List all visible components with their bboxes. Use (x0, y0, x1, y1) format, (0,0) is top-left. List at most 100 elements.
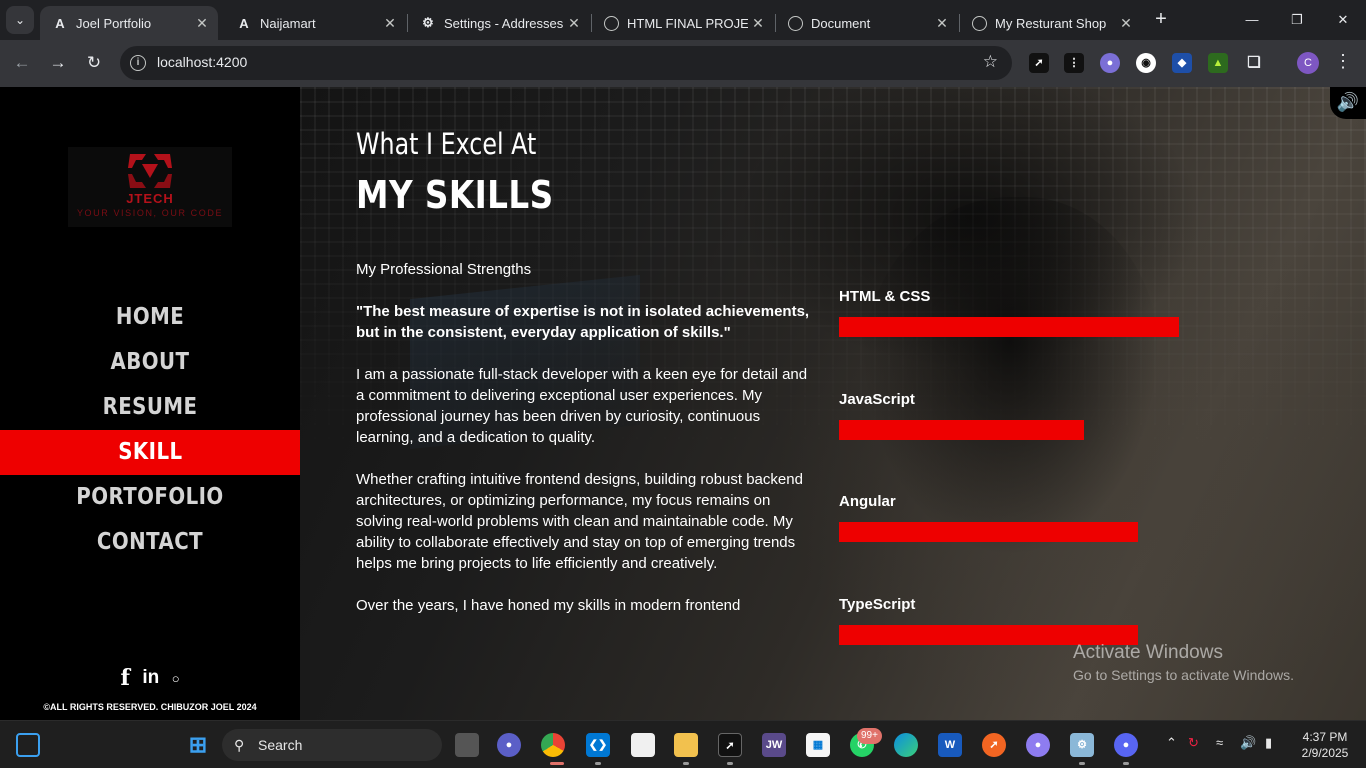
extension-icon[interactable]: ➚ (1029, 53, 1049, 73)
jw-app-icon[interactable]: JW (762, 733, 786, 757)
skill-javascript: JavaScript (839, 390, 1179, 493)
bookmark-star-icon[interactable]: ☆ (983, 52, 998, 72)
skill-html-css: HTML & CSS (839, 287, 1179, 390)
site-logo[interactable]: JTECH YOUR VISION, OUR CODE (68, 147, 232, 227)
gear-icon: ⚙ (422, 15, 434, 30)
wifi-icon[interactable]: ≈ (1216, 735, 1223, 750)
tab-my-resturant-shop[interactable]: My Resturant Shop ✕ (960, 6, 1142, 40)
file-explorer-icon[interactable] (674, 733, 698, 757)
system-clock[interactable]: 4:37 PM 2/9/2025 (1292, 729, 1358, 761)
word-icon[interactable]: W (938, 733, 962, 757)
control-panel-icon[interactable]: ⚙ (1070, 733, 1094, 757)
globe-icon (972, 15, 987, 31)
tab-joel-portfolio[interactable]: A Joel Portfolio ✕ (40, 6, 218, 40)
main-nav: HOME ABOUT RESUME SKILL PORTOFOLIO CONTA… (0, 295, 300, 565)
close-icon[interactable]: ✕ (1116, 15, 1136, 32)
tab-settings-addresses[interactable]: ⚙ Settings - Addresses a ✕ (408, 6, 590, 40)
widgets-icon[interactable] (16, 733, 40, 757)
ghost-app-icon[interactable]: ● (1026, 733, 1050, 757)
logo-tagline: YOUR VISION, OUR CODE (76, 208, 224, 218)
microsoft-store-icon[interactable]: ▦ (806, 733, 830, 757)
open-app-indicator (683, 762, 689, 765)
social-links: f in ○ (0, 665, 300, 691)
site-info-icon[interactable]: i (130, 55, 146, 71)
watermark-subtitle: Go to Settings to activate Windows. (1073, 667, 1294, 683)
reload-icon[interactable]: ↻ (82, 51, 106, 75)
facebook-icon[interactable]: f (120, 665, 129, 691)
window-close-icon[interactable]: ✕ (1329, 8, 1357, 32)
tab-html-final-project[interactable]: HTML FINAL PROJECT ✕ (592, 6, 774, 40)
extension-icon[interactable]: ◆ (1172, 53, 1192, 73)
logo-name: JTECH (126, 191, 174, 206)
clock-time: 4:37 PM (1302, 730, 1348, 744)
minimize-icon[interactable]: — (1238, 8, 1266, 32)
extension-icon[interactable]: ● (1100, 53, 1120, 73)
back-arrow-icon[interactable]: ← (10, 51, 34, 75)
show-hidden-icons[interactable]: ⌃ (1166, 735, 1177, 751)
tab-search-button[interactable]: ⌄ (6, 6, 34, 34)
postman-icon[interactable]: ➚ (982, 733, 1006, 757)
tab-title: HTML FINAL PROJECT (627, 15, 748, 31)
skills-description: My Professional Strengths "The best meas… (356, 259, 818, 637)
globe-icon (788, 15, 803, 31)
paragraph: Over the years, I have honed my skills i… (356, 597, 741, 614)
puzzle-extensions-icon[interactable]: ❏ (1244, 53, 1264, 73)
skill-name: TypeScript (839, 595, 916, 613)
new-tab-button[interactable]: + (1150, 8, 1172, 30)
url-text[interactable]: localhost:4200 (157, 54, 247, 70)
nav-contact[interactable]: CONTACT (21, 520, 279, 565)
tab-title: Document (811, 15, 871, 31)
nav-home[interactable]: HOME (21, 295, 279, 340)
taskbar-search[interactable]: ⚲ Search (222, 729, 442, 761)
nav-label: RESUME (102, 394, 198, 420)
nav-label: HOME (115, 304, 185, 330)
address-bar[interactable]: i localhost:4200 ☆ (120, 46, 1012, 80)
volume-icon[interactable]: 🔊 (1240, 735, 1256, 751)
sync-icon[interactable]: ↻ (1188, 735, 1199, 751)
vscode-icon[interactable]: ❮❯ (586, 733, 610, 757)
speaker-icon[interactable]: 🔊 (1330, 87, 1366, 119)
close-icon[interactable]: ✕ (564, 15, 584, 32)
tab-document[interactable]: Document ✕ (776, 6, 958, 40)
tab-title: Settings - Addresses a (444, 15, 564, 31)
forward-arrow-icon[interactable]: → (46, 51, 70, 75)
activate-windows-watermark: Activate Windows Go to Settings to activ… (1073, 642, 1294, 683)
angular-icon: A (239, 15, 249, 31)
file-icon[interactable] (631, 733, 655, 757)
close-icon[interactable]: ✕ (932, 15, 952, 32)
extension-icon[interactable]: ⋮ (1064, 53, 1084, 73)
nav-portofolio[interactable]: PORTOFOLIO (21, 475, 279, 520)
edge-icon[interactable] (894, 733, 918, 757)
nav-resume[interactable]: RESUME (21, 385, 279, 430)
task-view-icon[interactable] (455, 733, 479, 757)
battery-icon[interactable]: ▮ (1265, 735, 1272, 751)
skill-track (839, 419, 1179, 440)
section-title: MY SKILLS (356, 173, 554, 217)
whatsapp-icon[interactable]: ○ (172, 671, 180, 686)
restore-icon[interactable]: ❐ (1283, 8, 1311, 32)
windows-start-icon[interactable]: ⊞ (186, 733, 210, 757)
extension-icon[interactable]: ▲ (1208, 53, 1228, 73)
close-icon[interactable]: ✕ (192, 15, 212, 32)
extension-icon[interactable]: ◉ (1136, 53, 1156, 73)
discord-icon[interactable]: ● (1114, 733, 1138, 757)
globe-icon (604, 15, 619, 31)
paragraph: Whether crafting intuitive frontend desi… (356, 471, 803, 572)
linkedin-icon[interactable]: in (142, 667, 159, 689)
nav-about[interactable]: ABOUT (21, 340, 279, 385)
chrome-icon[interactable] (541, 733, 565, 757)
browser-menu-icon[interactable]: ⋮ (1334, 51, 1352, 72)
capcut-icon[interactable]: ➚ (718, 733, 742, 757)
nav-skill[interactable]: SKILL (0, 430, 300, 475)
close-icon[interactable]: ✕ (748, 15, 768, 32)
profile-avatar[interactable]: C (1297, 52, 1319, 74)
close-icon[interactable]: ✕ (380, 15, 400, 32)
teams-icon[interactable]: ● (497, 733, 521, 757)
paragraph: I am a passionate full-stack developer w… (356, 366, 808, 446)
skills-quote: "The best measure of expertise is not in… (356, 303, 810, 341)
tab-naijamart[interactable]: A Naijamart ✕ (224, 6, 406, 40)
skills-section: 🔊 What I Excel At MY SKILLS My Professio… (300, 87, 1366, 720)
skill-angular: Angular (839, 492, 1179, 595)
windows-taskbar: ⊞ ⚲ Search ● ❮❯ ➚ JW ▦ ✆ 99+ W ➚ ● ⚙ ● ⌃… (0, 720, 1366, 768)
notification-badge: 99+ (857, 728, 882, 744)
